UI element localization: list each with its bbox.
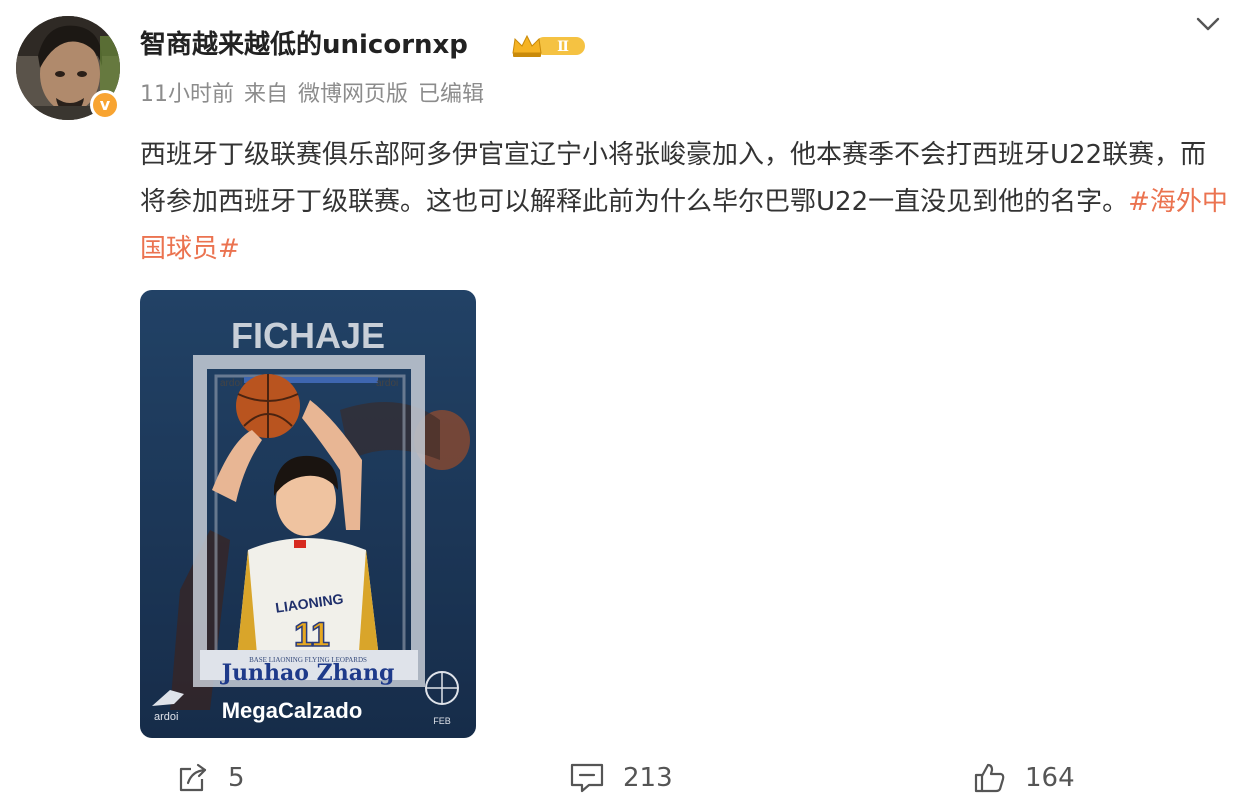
forward-count: 5 xyxy=(228,763,245,793)
source-prefix: 来自 xyxy=(244,82,289,107)
like-button[interactable]: 164 xyxy=(973,760,1075,796)
thumbs-up-icon xyxy=(974,763,1005,793)
share-icon xyxy=(179,763,207,792)
headline-text: FICHAJE xyxy=(231,315,385,356)
post-action-bar: 5 213 164 xyxy=(0,750,1260,810)
author-name[interactable]: 智商越来越低的unicornxp xyxy=(140,28,468,62)
signing-announcement-image: FICHAJE ardoi ardoi LIAONING 11 BASE LIA… xyxy=(140,290,476,738)
chevron-down-icon xyxy=(1196,17,1220,31)
sponsor-text: MegaCalzado xyxy=(222,698,363,723)
comment-button[interactable]: 213 xyxy=(569,760,673,796)
vip-level-badge[interactable]: Ⅱ xyxy=(511,33,587,59)
post-meta: 11小时前 来自 微博网页版 已编辑 xyxy=(140,80,494,110)
vip-level-text: Ⅱ xyxy=(557,39,569,55)
jersey-number: 11 xyxy=(294,616,330,654)
edited-label[interactable]: 已编辑 xyxy=(418,82,484,107)
brand-text-bottom: ardoi xyxy=(154,711,178,723)
comment-icon xyxy=(570,763,604,793)
post-body: 西班牙丁级联赛俱乐部阿多伊官宣辽宁小将张峻豪加入，他本赛季不会打西班牙U22联赛… xyxy=(140,140,1207,217)
like-count: 164 xyxy=(1025,763,1075,793)
brand-text-right: ardoi xyxy=(376,378,398,389)
verified-badge-icon: v xyxy=(90,90,120,120)
more-options-button[interactable] xyxy=(1192,12,1224,36)
post-image[interactable]: FICHAJE ardoi ardoi LIAONING 11 BASE LIA… xyxy=(140,290,476,738)
crown-icon xyxy=(512,34,542,54)
post-source: 微博网页版 xyxy=(298,82,409,107)
comment-count: 213 xyxy=(623,763,673,793)
brand-text-left: ardoi xyxy=(220,378,242,389)
player-name-text: Junhao Zhang xyxy=(220,660,395,686)
league-mark-text: FEB xyxy=(433,716,451,726)
weibo-post-card: v 智商越来越低的unicornxp Ⅱ 11小时前 来自 微博网页版 已编辑 西班牙… xyxy=(0,0,1260,810)
post-text: 西班牙丁级联赛俱乐部阿多伊官宣辽宁小将张峻豪加入，他本赛季不会打西班牙U22联赛… xyxy=(140,132,1230,273)
post-time[interactable]: 11小时前 xyxy=(140,82,234,107)
forward-button[interactable]: 5 xyxy=(176,760,245,796)
